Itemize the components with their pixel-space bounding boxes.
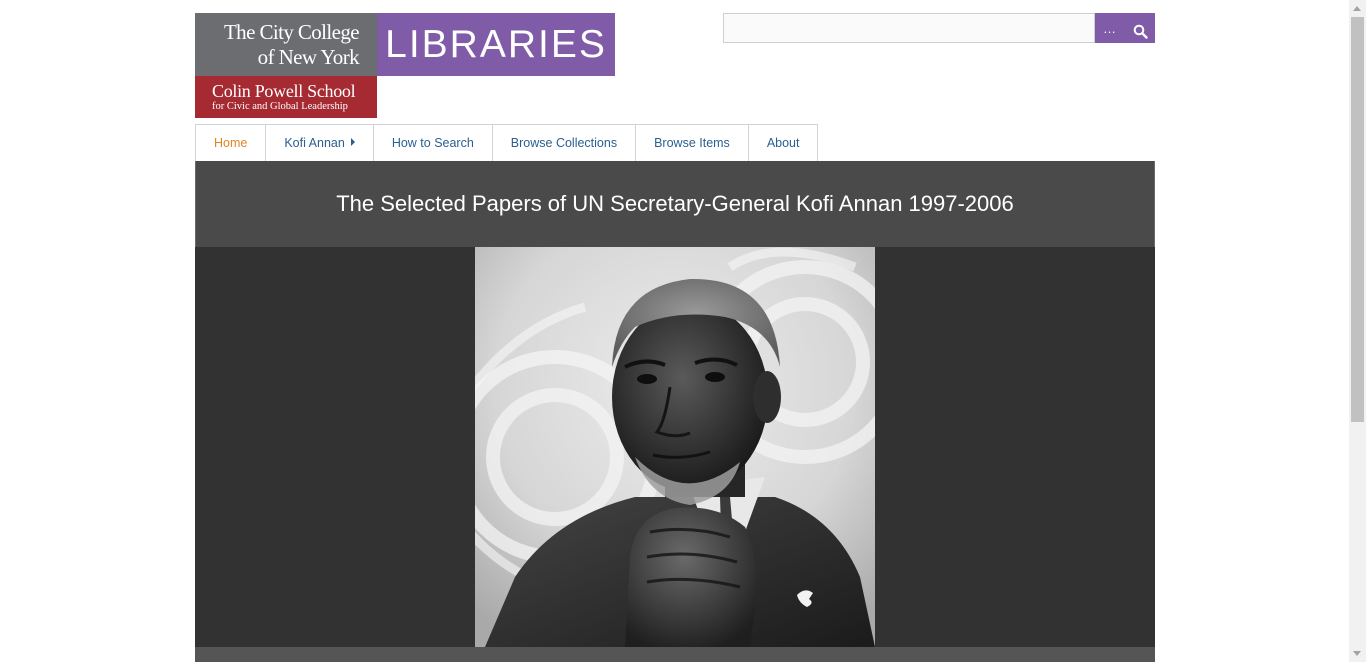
search-submit-button[interactable]	[1125, 13, 1155, 43]
hero-bottom-strip	[195, 647, 1155, 662]
caret-right-icon	[350, 138, 355, 146]
scroll-down-arrow-icon[interactable]	[1353, 651, 1361, 656]
nav-item-browse-collections[interactable]: Browse Collections	[492, 125, 637, 162]
cps-tagline: for Civic and Global Leadership	[212, 101, 348, 112]
page-title: The Selected Papers of UN Secretary-Gene…	[336, 191, 1014, 216]
ccny-wordmark: The City College of New York	[195, 13, 377, 76]
colin-powell-school-wordmark: Colin Powell School for Civic and Global…	[195, 76, 377, 118]
nav-item-about[interactable]: About	[748, 125, 819, 162]
nav-item-how-to-search[interactable]: How to Search	[373, 125, 493, 162]
nav-item-browse-items[interactable]: Browse Items	[636, 125, 749, 162]
main-nav: Home Kofi Annan How to Search Browse Col…	[195, 124, 819, 162]
libraries-wordmark: LIBRARIES	[377, 13, 615, 76]
scroll-up-arrow-icon[interactable]	[1353, 6, 1361, 11]
search-icon	[1133, 24, 1148, 39]
nav-item-home[interactable]: Home	[196, 125, 267, 162]
page-scrollbar[interactable]	[1349, 0, 1366, 662]
nav-item-kofi-annan[interactable]: Kofi Annan	[266, 125, 374, 162]
scroll-thumb[interactable]	[1351, 17, 1364, 422]
site-logo[interactable]: The City College of New York LIBRARIES C…	[195, 13, 615, 118]
cps-name: Colin Powell School	[212, 81, 356, 101]
advanced-search-button[interactable]: …	[1095, 13, 1125, 43]
search-input[interactable]	[723, 13, 1095, 43]
ccny-line-1: The City College	[223, 20, 360, 44]
search-bar: …	[723, 13, 1155, 43]
ccny-line-2: of New York	[257, 45, 360, 69]
portrait-photo	[475, 247, 875, 647]
kofi-annan-portrait	[475, 247, 875, 647]
hero-section: The Selected Papers of UN Secretary-Gene…	[195, 161, 1155, 662]
hero-title-band: The Selected Papers of UN Secretary-Gene…	[195, 161, 1155, 247]
nav-item-label: Kofi Annan	[284, 136, 345, 150]
